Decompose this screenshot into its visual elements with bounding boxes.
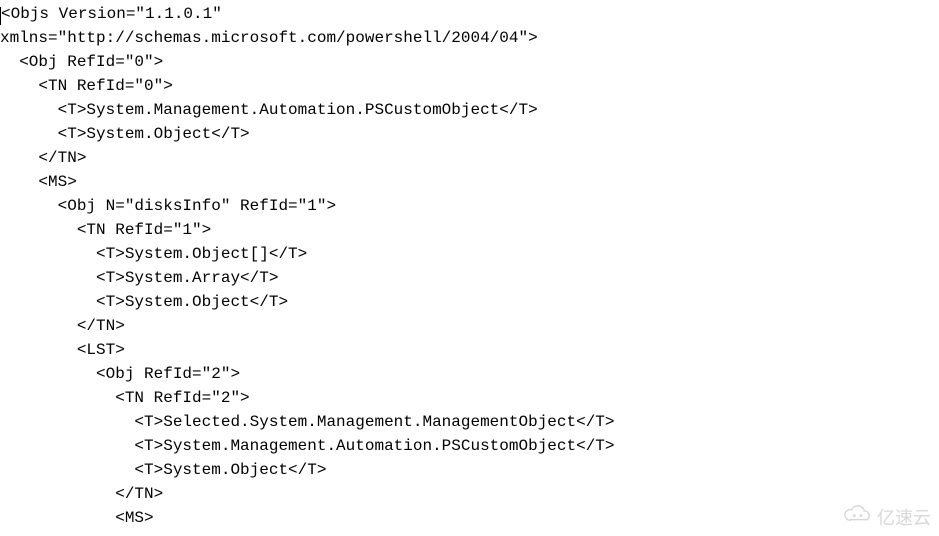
code-line: <Objs Version="1.1.0.1" xyxy=(1,5,222,23)
code-line: <T>System.Object</T> xyxy=(0,293,288,311)
code-line: <TN RefId="1"> xyxy=(0,221,211,239)
code-line: </TN> xyxy=(0,149,86,167)
code-line: <T>System.Object</T> xyxy=(0,125,250,143)
code-line: <Obj RefId="0"> xyxy=(0,53,163,71)
code-line: <MS> xyxy=(0,173,77,191)
code-line: <Obj N="disksInfo" RefId="1"> xyxy=(0,197,336,215)
xml-code-block: <Objs Version="1.1.0.1" xmlns="http://sc… xyxy=(0,0,939,530)
text-cursor xyxy=(0,7,1,25)
code-line: <MS> xyxy=(0,509,154,527)
code-line: <T>Selected.System.Management.Management… xyxy=(0,413,615,431)
code-line: <T>System.Management.Automation.PSCustom… xyxy=(0,101,538,119)
code-line: <TN RefId="0"> xyxy=(0,77,173,95)
code-line: <TN RefId="2"> xyxy=(0,389,250,407)
code-line: <Obj RefId="2"> xyxy=(0,365,240,383)
code-line: <LST> xyxy=(0,341,125,359)
code-line: <T>System.Management.Automation.PSCustom… xyxy=(0,437,615,455)
code-line: xmlns="http://schemas.microsoft.com/powe… xyxy=(0,29,538,47)
code-line: <T>System.Object[]</T> xyxy=(0,245,307,263)
code-line: </TN> xyxy=(0,317,125,335)
code-line: <T>System.Object</T> xyxy=(0,461,326,479)
code-line: </TN> xyxy=(0,485,163,503)
code-line: <T>System.Array</T> xyxy=(0,269,278,287)
